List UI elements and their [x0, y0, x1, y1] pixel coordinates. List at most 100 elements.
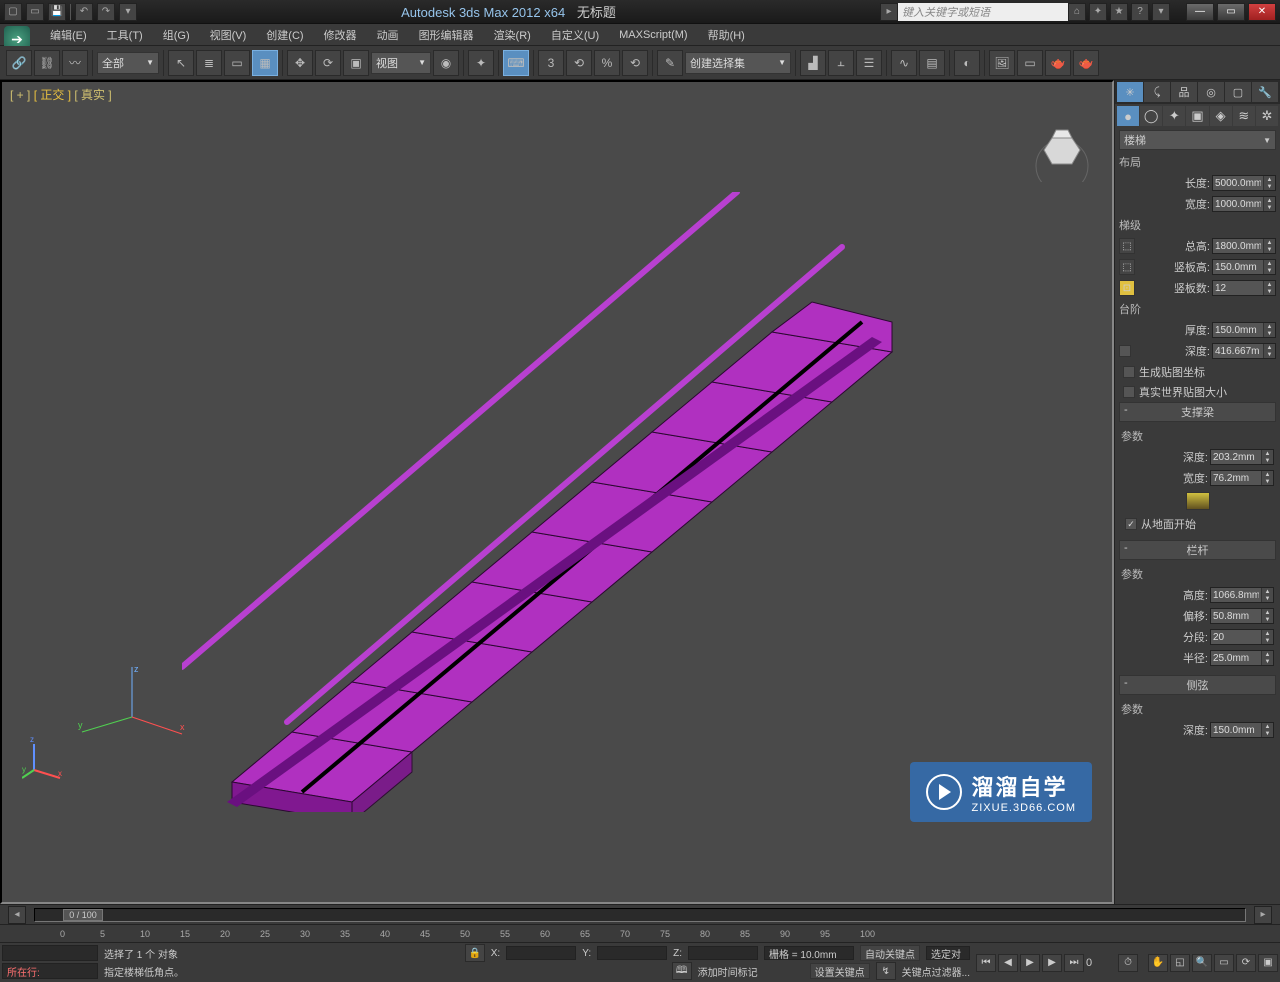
- riserh-lock-icon[interactable]: ⬚: [1119, 259, 1135, 275]
- unlink-icon[interactable]: ⛓: [34, 50, 60, 76]
- angle-snap-icon[interactable]: ⟲: [566, 50, 592, 76]
- zoom-icon[interactable]: 🔍: [1192, 954, 1212, 972]
- carriage-depth-spinner[interactable]: ▲▼: [1210, 449, 1274, 465]
- riserct-lock-icon[interactable]: ⊡: [1119, 280, 1135, 296]
- exchange-icon[interactable]: ✦: [1089, 3, 1107, 21]
- menu-modifiers[interactable]: 修改器: [314, 24, 367, 46]
- tab-motion-icon[interactable]: ◎: [1198, 82, 1224, 102]
- fov-icon[interactable]: ▭: [1214, 954, 1234, 972]
- rail-height-spinner[interactable]: ▲▼: [1210, 587, 1274, 603]
- pan-view-icon[interactable]: ✋: [1148, 954, 1168, 972]
- bind-spacewarp-icon[interactable]: 〰: [62, 50, 88, 76]
- menu-group[interactable]: 组(G): [153, 24, 200, 46]
- window-crossing-icon[interactable]: ▦: [252, 50, 278, 76]
- layer-manager-icon[interactable]: ☰: [856, 50, 882, 76]
- close-button[interactable]: ✕: [1248, 3, 1276, 21]
- stringer-depth-spinner[interactable]: ▲▼: [1210, 722, 1274, 738]
- cat-lights-icon[interactable]: ✦: [1163, 106, 1185, 126]
- riser-count-spinner[interactable]: ▲▼: [1212, 280, 1276, 296]
- rail-seg-spinner[interactable]: ▲▼: [1210, 629, 1274, 645]
- use-pivot-icon[interactable]: ◉: [433, 50, 459, 76]
- add-time-tag-label[interactable]: 添加时间标记: [698, 964, 758, 979]
- keyfilter-button[interactable]: 关键点过滤器...: [902, 964, 970, 979]
- cat-helpers-icon[interactable]: ◈: [1210, 106, 1232, 126]
- selkey-combo[interactable]: 选定对: [926, 946, 970, 960]
- real-world-checkbox[interactable]: [1123, 386, 1135, 398]
- tab-display-icon[interactable]: ▢: [1225, 82, 1251, 102]
- curve-editor-icon[interactable]: ∿: [891, 50, 917, 76]
- time-ruler[interactable]: 0 5 10 15 20 25 30 35 40 45 50 55 60 65 …: [0, 924, 1280, 942]
- help-dropdown-icon[interactable]: ▾: [1152, 3, 1170, 21]
- move-icon[interactable]: ✥: [287, 50, 313, 76]
- select-icon[interactable]: ↖: [168, 50, 194, 76]
- rendered-frame-icon[interactable]: ▭: [1017, 50, 1043, 76]
- time-thumb[interactable]: 0 / 100: [63, 909, 103, 921]
- menu-edit[interactable]: 编辑(E): [40, 24, 97, 46]
- menu-animation[interactable]: 动画: [367, 24, 409, 46]
- menu-tools[interactable]: 工具(T): [97, 24, 153, 46]
- play-icon[interactable]: ▶: [1020, 954, 1040, 972]
- rail-radius-spinner[interactable]: ▲▼: [1210, 650, 1274, 666]
- edit-named-sel-icon[interactable]: ✎: [657, 50, 683, 76]
- percent-snap-icon[interactable]: %: [594, 50, 620, 76]
- material-editor-icon[interactable]: ◐: [954, 50, 980, 76]
- carriage-width-spinner[interactable]: ▲▼: [1210, 470, 1274, 486]
- orbit-icon[interactable]: ⟳: [1236, 954, 1256, 972]
- menu-help[interactable]: 帮助(H): [698, 24, 755, 46]
- script-input[interactable]: [2, 945, 98, 961]
- prev-frame-icon[interactable]: ◀: [998, 954, 1018, 972]
- cat-spacewarps-icon[interactable]: ≋: [1233, 106, 1255, 126]
- panel-scroll[interactable]: 布局 长度: ▲▼ 宽度: ▲▼ 梯级 ⬚ 总高: ▲▼ ⬚ 竖板高: ▲▼ ⊡: [1115, 152, 1280, 904]
- select-by-name-icon[interactable]: ≣: [196, 50, 222, 76]
- from-ground-checkbox[interactable]: ✓: [1125, 518, 1137, 530]
- autokey-button[interactable]: 自动关键点: [860, 945, 920, 961]
- step-depth-spinner[interactable]: ▲▼: [1212, 343, 1276, 359]
- snap-toggle-icon[interactable]: 3: [538, 50, 564, 76]
- spinner-snap-icon[interactable]: ⟲: [622, 50, 648, 76]
- step-depth-checkbox[interactable]: [1119, 345, 1131, 357]
- mirror-icon[interactable]: ▟: [800, 50, 826, 76]
- next-frame-icon[interactable]: ▶: [1042, 954, 1062, 972]
- named-selection-combo[interactable]: 创建选择集▼: [685, 52, 791, 74]
- setkey-button[interactable]: 设置关键点: [810, 963, 870, 979]
- maximize-viewport-icon[interactable]: ▣: [1258, 954, 1278, 972]
- selection-filter-combo[interactable]: 全部▼: [97, 52, 159, 74]
- cat-shapes-icon[interactable]: ◯: [1140, 106, 1162, 126]
- coord-x-field[interactable]: [506, 946, 576, 960]
- coord-y-field[interactable]: [597, 946, 667, 960]
- favorites-icon[interactable]: ★: [1110, 3, 1128, 21]
- tab-hierarchy-icon[interactable]: 品: [1171, 82, 1197, 102]
- goto-end-icon[interactable]: ⏭: [1064, 954, 1084, 972]
- overall-height-spinner[interactable]: ▲▼: [1212, 238, 1276, 254]
- render-iterative-icon[interactable]: 🫖: [1073, 50, 1099, 76]
- menu-grapheditors[interactable]: 图形编辑器: [409, 24, 484, 46]
- time-config-icon[interactable]: ⏱: [1118, 954, 1138, 972]
- goto-start-icon[interactable]: ⏮: [976, 954, 996, 972]
- carriage-rollout-header[interactable]: -支撑梁: [1119, 402, 1276, 422]
- coord-z-field[interactable]: [688, 946, 758, 960]
- new-icon[interactable]: ▢: [4, 3, 22, 21]
- key-mode-icon[interactable]: ↯: [876, 962, 896, 980]
- cat-cameras-icon[interactable]: ▣: [1186, 106, 1208, 126]
- schematic-view-icon[interactable]: ▤: [919, 50, 945, 76]
- tab-utilities-icon[interactable]: 🔧: [1252, 82, 1278, 102]
- rotate-icon[interactable]: ⟳: [315, 50, 341, 76]
- align-icon[interactable]: ⫠: [828, 50, 854, 76]
- cat-geometry-icon[interactable]: ●: [1117, 106, 1139, 126]
- overall-lock-icon[interactable]: ⬚: [1119, 238, 1135, 254]
- minimize-button[interactable]: —: [1186, 3, 1214, 21]
- viewport-label[interactable]: [ + ] [ 正交 ] [ 真实 ]: [10, 86, 112, 103]
- rail-offset-spinner[interactable]: ▲▼: [1210, 608, 1274, 624]
- time-tag-icon[interactable]: 🕮: [672, 962, 692, 980]
- menu-maxscript[interactable]: MAXScript(M): [609, 26, 697, 44]
- length-spinner[interactable]: ▲▼: [1212, 175, 1276, 191]
- undo-icon[interactable]: ↶: [75, 3, 93, 21]
- carriage-material-button[interactable]: [1186, 492, 1210, 510]
- keyboard-shortcut-icon[interactable]: ⌨: [503, 50, 529, 76]
- select-manipulate-icon[interactable]: ✦: [468, 50, 494, 76]
- current-frame-field[interactable]: 0: [1086, 957, 1116, 969]
- riser-height-spinner[interactable]: ▲▼: [1212, 259, 1276, 275]
- stringer-rollout-header[interactable]: -侧弦: [1119, 675, 1276, 695]
- scale-icon[interactable]: ▣: [343, 50, 369, 76]
- time-slider[interactable]: 0 / 100: [34, 908, 1246, 922]
